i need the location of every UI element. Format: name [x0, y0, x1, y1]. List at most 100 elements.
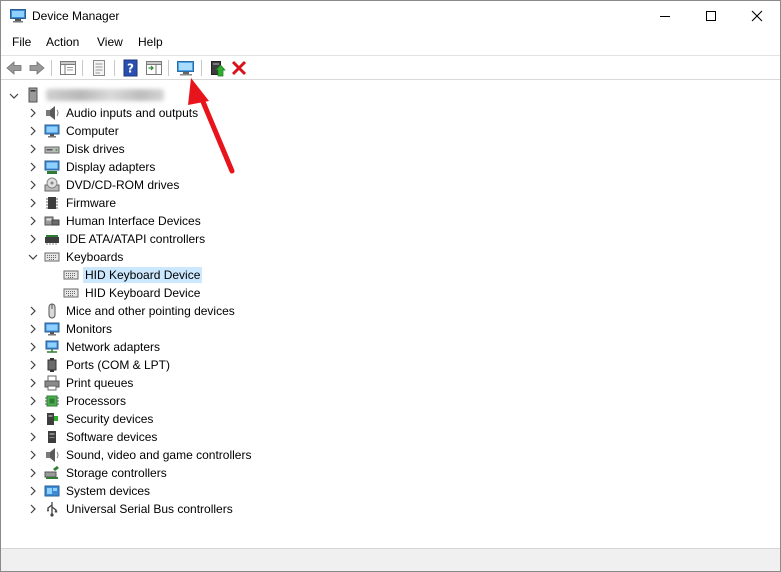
monitor-icon: [44, 124, 60, 138]
software-device-icon: [48, 431, 56, 443]
chevron-right-icon[interactable]: [28, 305, 38, 317]
ide-controller-icon: [45, 235, 59, 245]
menu-file[interactable]: File: [12, 35, 31, 49]
chevron-right-icon[interactable]: [28, 341, 38, 353]
chevron-right-icon[interactable]: [28, 359, 38, 371]
tree-category-item[interactable]: Universal Serial Bus controllers: [1, 500, 780, 518]
close-icon: [751, 10, 763, 22]
tree-category-item[interactable]: Ports (COM & LPT): [1, 356, 780, 374]
tree-category-item[interactable]: System devices: [1, 482, 780, 500]
menu-action[interactable]: Action: [46, 35, 79, 49]
category-label: Software devices: [66, 430, 158, 444]
network-icon: [45, 340, 59, 353]
tree-category-item[interactable]: Security devices: [1, 410, 780, 428]
mouse-icon: [48, 303, 56, 319]
tree-category-item[interactable]: Disk drives: [1, 140, 780, 158]
chevron-right-icon[interactable]: [28, 503, 38, 515]
chevron-right-icon[interactable]: [28, 395, 38, 407]
tree-category-item[interactable]: Keyboards: [1, 248, 780, 266]
properties-icon[interactable]: [90, 59, 108, 77]
chevron-right-icon[interactable]: [28, 233, 38, 245]
disk-drive-icon: [44, 146, 60, 154]
tree-category-item[interactable]: Processors: [1, 392, 780, 410]
category-label: Print queues: [66, 376, 134, 390]
category-label: Ports (COM & LPT): [66, 358, 171, 372]
menu-help[interactable]: Help: [138, 35, 163, 49]
tree-category-item[interactable]: Storage controllers: [1, 464, 780, 482]
window-title: Device Manager: [32, 9, 120, 23]
menu-bar: File Action View Help: [1, 32, 780, 54]
tree-category-item[interactable]: DVD/CD-ROM drives: [1, 176, 780, 194]
tree-category-item[interactable]: Display adapters: [1, 158, 780, 176]
chevron-right-icon[interactable]: [28, 431, 38, 443]
maximize-button[interactable]: [688, 1, 734, 31]
category-label: Firmware: [66, 196, 116, 210]
svg-text:?: ?: [127, 62, 134, 76]
tree-device-item[interactable]: HID Keyboard Device: [1, 266, 780, 284]
device-tree: Audio inputs and outputs Computer Disk dri…: [1, 83, 780, 547]
chevron-right-icon[interactable]: [28, 413, 38, 425]
chevron-right-icon[interactable]: [28, 323, 38, 335]
tree-category-item[interactable]: Computer: [1, 122, 780, 140]
tree-category-item[interactable]: Audio inputs and outputs: [1, 104, 780, 122]
category-label: Computer: [66, 124, 119, 138]
chevron-down-icon[interactable]: [28, 251, 38, 263]
uninstall-device-icon[interactable]: [230, 59, 248, 77]
processor-icon: [45, 395, 59, 407]
port-icon: [47, 358, 57, 372]
device-manager-window: Device Manager File Action View Help ? A…: [0, 0, 781, 572]
menu-view[interactable]: View: [97, 35, 123, 49]
chevron-right-icon[interactable]: [28, 179, 38, 191]
tree-category-item[interactable]: Network adapters: [1, 338, 780, 356]
toolbar-separator: [114, 60, 115, 76]
chevron-down-icon[interactable]: [9, 90, 19, 102]
chevron-right-icon[interactable]: [28, 107, 38, 119]
forward-icon[interactable]: [28, 59, 46, 77]
chip-icon: [46, 197, 58, 209]
category-label: Keyboards: [66, 250, 124, 264]
category-label: Audio inputs and outputs: [66, 106, 199, 120]
minimize-button[interactable]: [642, 1, 688, 31]
back-icon[interactable]: [5, 59, 23, 77]
toolbar-separator: [168, 60, 169, 76]
close-button[interactable]: [734, 1, 780, 31]
device-label: HID Keyboard Device: [85, 286, 201, 300]
toolbar-separator: [82, 60, 83, 76]
chevron-right-icon[interactable]: [28, 161, 38, 173]
tree-device-item[interactable]: HID Keyboard Device: [1, 284, 780, 302]
chevron-right-icon[interactable]: [28, 197, 38, 209]
tree-root[interactable]: [1, 86, 780, 104]
category-label: Security devices: [66, 412, 154, 426]
category-label: Display adapters: [66, 160, 156, 174]
display-adapter-icon: [44, 160, 60, 174]
keyboard-icon: [63, 270, 79, 280]
tree-category-item[interactable]: Monitors: [1, 320, 780, 338]
tree-category-item[interactable]: Firmware: [1, 194, 780, 212]
chevron-right-icon[interactable]: [28, 377, 38, 389]
help-icon[interactable]: ?: [122, 59, 140, 77]
chevron-right-icon[interactable]: [28, 215, 38, 227]
scan-hardware-changes-icon[interactable]: [176, 59, 196, 77]
tree-category-item[interactable]: IDE ATA/ATAPI controllers: [1, 230, 780, 248]
category-label: Mice and other pointing devices: [66, 304, 235, 318]
category-label: Processors: [66, 394, 127, 408]
chevron-right-icon[interactable]: [28, 467, 38, 479]
usb-icon: [47, 502, 58, 517]
chevron-right-icon[interactable]: [28, 485, 38, 497]
tree-category-item[interactable]: Print queues: [1, 374, 780, 392]
chevron-right-icon[interactable]: [28, 143, 38, 155]
action-pane-icon[interactable]: [145, 59, 163, 77]
category-label: Storage controllers: [66, 466, 167, 480]
keyboard-icon: [44, 252, 60, 262]
title-bar[interactable]: Device Manager: [1, 1, 780, 31]
show-hide-console-tree-icon[interactable]: [59, 59, 77, 77]
tree-category-item[interactable]: Software devices: [1, 428, 780, 446]
printer-icon: [44, 375, 60, 391]
tree-category-item[interactable]: Sound, video and game controllers: [1, 446, 780, 464]
chevron-right-icon[interactable]: [28, 449, 38, 461]
system-device-icon: [44, 485, 60, 497]
tree-category-item[interactable]: Human Interface Devices: [1, 212, 780, 230]
update-driver-icon[interactable]: [208, 59, 226, 77]
tree-category-item[interactable]: Mice and other pointing devices: [1, 302, 780, 320]
chevron-right-icon[interactable]: [28, 125, 38, 137]
